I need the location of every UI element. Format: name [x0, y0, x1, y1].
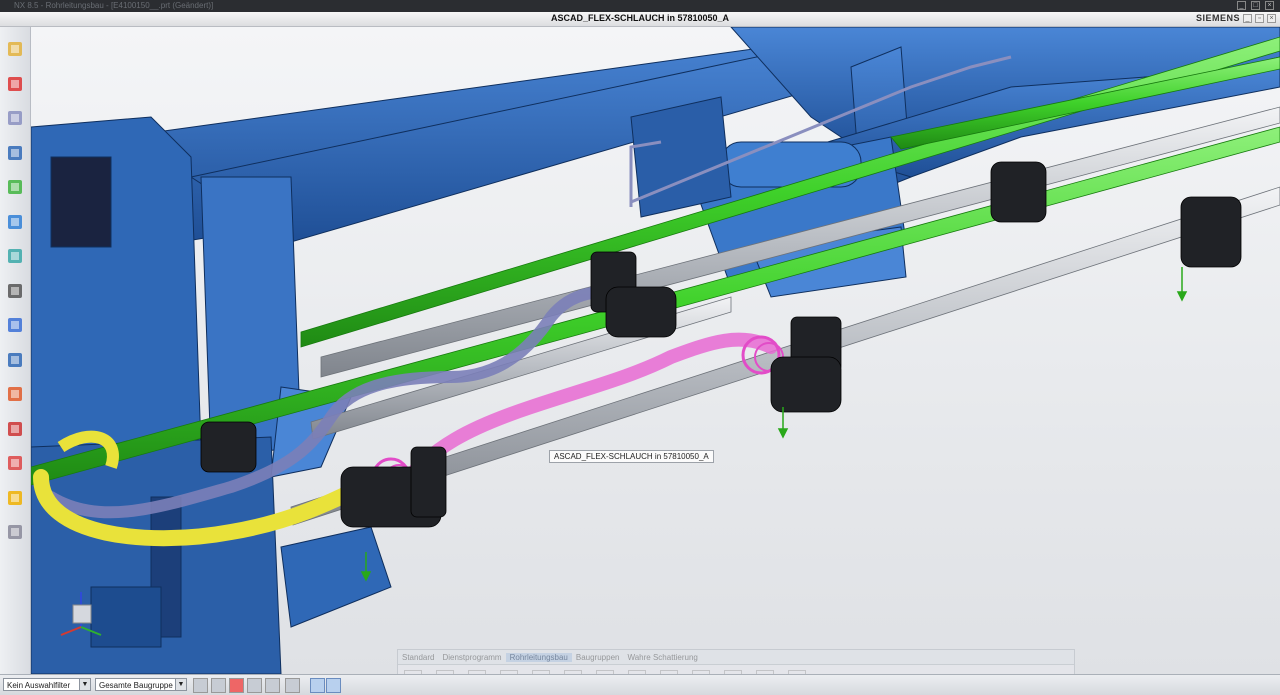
- graphics-window[interactable]: ASCAD_FLEX-SCHLAUCH in 57810050_A Standa…: [31, 27, 1280, 674]
- layer-icon[interactable]: [326, 678, 341, 693]
- system-materials-icon[interactable]: [5, 453, 25, 473]
- help-icon[interactable]: [5, 281, 25, 301]
- doc-minimize-icon[interactable]: _: [1243, 14, 1252, 23]
- document-controls: _ ▫ ×: [1243, 14, 1276, 23]
- list-icon[interactable]: [5, 350, 25, 370]
- toolbar-tab[interactable]: Dienstprogramm: [438, 653, 505, 662]
- select-box-icon[interactable]: [285, 678, 300, 693]
- assembly-navigator-icon[interactable]: [5, 39, 25, 59]
- doc-restore-icon[interactable]: ▫: [1255, 14, 1264, 23]
- doc-close-icon[interactable]: ×: [1267, 14, 1276, 23]
- toolbar-tab[interactable]: Rohrleitungsbau: [505, 652, 572, 662]
- scope-value: Gesamte Baugruppe: [99, 681, 173, 690]
- selection-filter-value: Kein Auswahlfilter: [7, 681, 71, 690]
- window-titlebar: NX 8.5 - Rohrleitungsbau - [E4100150__.p…: [0, 0, 1280, 12]
- constraint-navigator-icon[interactable]: [5, 74, 25, 94]
- chevron-down-icon: ▼: [79, 679, 90, 690]
- selection-tooltip: ASCAD_FLEX-SCHLAUCH in 57810050_A: [549, 450, 714, 463]
- chevron-down-icon: ▼: [175, 679, 186, 690]
- status-bar: Kein Auswahlfilter ▼ Gesamte Baugruppe ▼: [0, 674, 1280, 695]
- toolbar-tab[interactable]: Baugruppen: [572, 653, 624, 662]
- maximize-icon[interactable]: □: [1251, 1, 1260, 10]
- window-title: NX 8.5 - Rohrleitungsbau - [E4100150__.p…: [14, 1, 214, 10]
- assembly-model[interactable]: [31, 27, 1280, 674]
- toolbar-tabs: Standard Dienstprogramm Rohrleitungsbau Bau…: [398, 650, 1074, 665]
- scope-dropdown[interactable]: Gesamte Baugruppe ▼: [95, 678, 187, 691]
- filter-icon[interactable]: [211, 678, 226, 693]
- favorites-icon[interactable]: [5, 488, 25, 508]
- clock-icon[interactable]: [5, 315, 25, 335]
- rotate-icon[interactable]: [265, 678, 280, 693]
- snap-icon[interactable]: [193, 678, 208, 693]
- point-icon[interactable]: [229, 678, 244, 693]
- window-controls: _ □ ×: [1237, 1, 1274, 10]
- document-title: ASCAD_FLEX-SCHLAUCH in 57810050_A: [550, 13, 730, 23]
- reuse-library-icon[interactable]: [5, 143, 25, 163]
- brand-logo: SIEMENS: [1195, 13, 1240, 23]
- history-icon[interactable]: [5, 246, 25, 266]
- grid-icon[interactable]: [5, 522, 25, 542]
- piping-toolbar: Standard Dienstprogramm Rohrleitungsbau Bau…: [397, 649, 1075, 674]
- close-icon[interactable]: ×: [1265, 1, 1274, 10]
- part-navigator-icon[interactable]: [5, 108, 25, 128]
- document-bar: ASCAD_FLEX-SCHLAUCH in 57810050_A SIEMEN…: [0, 12, 1280, 27]
- toolbar-tab[interactable]: Wahre Schattierung: [623, 653, 701, 662]
- view-icon[interactable]: [310, 678, 325, 693]
- web-browser-icon[interactable]: [5, 212, 25, 232]
- toolbar-tab[interactable]: Standard: [398, 653, 438, 662]
- selection-filter-dropdown[interactable]: Kein Auswahlfilter ▼: [3, 678, 91, 691]
- roles-icon[interactable]: [5, 419, 25, 439]
- resource-bar: [0, 27, 31, 674]
- minimize-icon[interactable]: _: [1237, 1, 1246, 10]
- hd3d-tools-icon[interactable]: [5, 177, 25, 197]
- pick-icon[interactable]: [247, 678, 262, 693]
- palette-icon[interactable]: [5, 384, 25, 404]
